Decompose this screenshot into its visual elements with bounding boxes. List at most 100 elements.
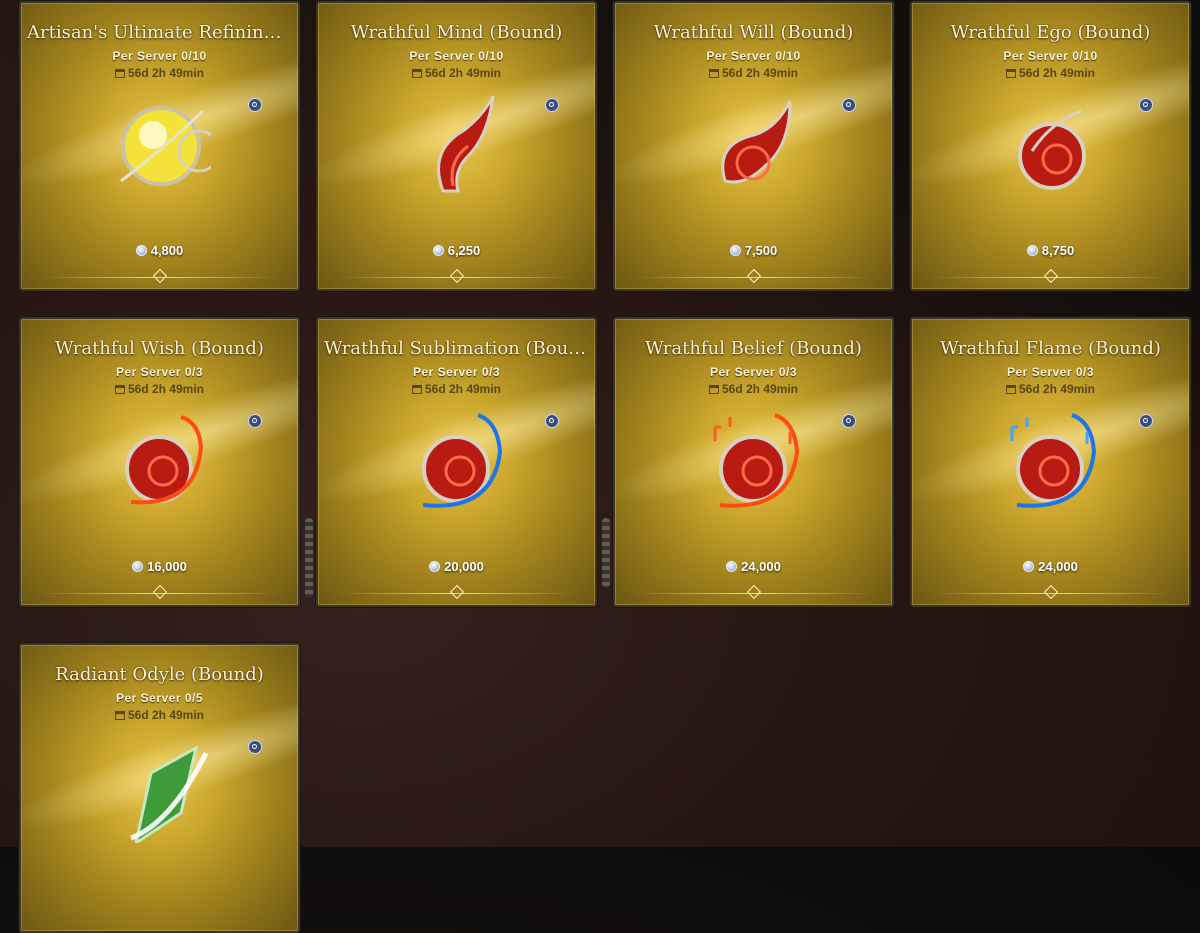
shop-item-card[interactable]: Wrathful Ego (Bound) Per Server 0/10 56d… <box>910 1 1191 291</box>
timer-text: 56d 2h 49min <box>127 708 205 722</box>
time-remaining: 56d 2h 49min <box>21 66 298 80</box>
divider-ornament <box>449 268 465 284</box>
shop-item-card[interactable]: Wrathful Belief (Bound) Per Server 0/3 5… <box>613 317 894 607</box>
time-remaining: 56d 2h 49min <box>615 66 892 80</box>
shop-item-card[interactable]: Radiant Odyle (Bound) Per Server 0/5 56d… <box>19 643 300 933</box>
price-value: 8,750 <box>1041 243 1075 258</box>
shop-item-card[interactable]: Wrathful Flame (Bound) Per Server 0/3 56… <box>910 317 1191 607</box>
item-price: 16,000 <box>21 559 298 574</box>
item-price: 24,000 <box>615 559 892 574</box>
shop-item-card[interactable]: Wrathful Mind (Bound) Per Server 0/10 56… <box>316 1 597 291</box>
magnify-icon[interactable] <box>1139 414 1153 428</box>
divider-ornament <box>746 268 762 284</box>
blue-crystal-currency-icon <box>429 561 441 572</box>
red-flame-ring-blue-runes-icon <box>1010 413 1097 508</box>
timer-text: 56d 2h 49min <box>721 382 799 396</box>
shop-item-grid: Artisan's Ultimate Refining Sto... Per S… <box>0 0 1200 933</box>
timer-text: 56d 2h 49min <box>424 382 502 396</box>
magnify-icon[interactable] <box>545 414 559 428</box>
divider-ornament <box>152 584 168 600</box>
calendar-icon <box>114 69 125 78</box>
calendar-icon <box>114 385 125 394</box>
red-flame-ring-blue-icon <box>422 413 503 508</box>
item-price: 8,750 <box>912 243 1189 258</box>
magnify-icon[interactable] <box>545 98 559 112</box>
calendar-icon <box>1005 385 1016 394</box>
price-value: 16,000 <box>147 559 187 574</box>
magnify-icon[interactable] <box>1139 98 1153 112</box>
divider-ornament <box>152 268 168 284</box>
blue-crystal-currency-icon <box>432 245 444 256</box>
price-value: 4,800 <box>150 243 184 258</box>
time-remaining: 56d 2h 49min <box>21 382 298 396</box>
item-price: 24,000 <box>912 559 1189 574</box>
purchase-limit: Per Server 0/5 <box>115 691 204 705</box>
purchase-limit: Per Server 0/10 <box>706 49 801 63</box>
item-price: 20,000 <box>318 559 595 574</box>
price-value: 24,000 <box>741 559 781 574</box>
magnify-icon[interactable] <box>248 414 262 428</box>
divider-ornament <box>1043 268 1059 284</box>
blue-crystal-currency-icon <box>135 245 147 256</box>
shop-item-card[interactable]: Wrathful Wish (Bound) Per Server 0/3 56d… <box>19 317 300 607</box>
time-remaining: 56d 2h 49min <box>912 66 1189 80</box>
price-value: 6,250 <box>447 243 481 258</box>
blue-crystal-currency-icon <box>729 245 741 256</box>
calendar-icon <box>114 711 125 720</box>
magnify-icon[interactable] <box>842 98 856 112</box>
item-title: Wrathful Mind (Bound) <box>350 22 563 43</box>
red-flame-orb-icon <box>1018 109 1086 190</box>
item-title: Radiant Odyle (Bound) <box>55 664 264 685</box>
shop-item-card[interactable]: Wrathful Sublimation (Bound) Per Server … <box>316 317 597 607</box>
red-flame-swirl-icon <box>721 100 792 184</box>
blue-crystal-currency-icon <box>132 561 144 572</box>
time-remaining: 56d 2h 49min <box>318 382 595 396</box>
item-title: Wrathful Wish (Bound) <box>55 338 264 359</box>
yellow-orb-stone-icon <box>120 106 211 186</box>
blue-crystal-currency-icon <box>1026 245 1038 256</box>
timer-text: 56d 2h 49min <box>424 66 502 80</box>
shop-item-card[interactable]: Wrathful Will (Bound) Per Server 0/10 56… <box>613 1 894 291</box>
price-value: 24,000 <box>1038 559 1078 574</box>
calendar-icon <box>411 69 422 78</box>
green-crystal-feather-icon <box>130 745 209 843</box>
divider-ornament <box>449 584 465 600</box>
time-remaining: 56d 2h 49min <box>21 708 298 722</box>
blue-crystal-currency-icon <box>726 561 738 572</box>
item-title: Wrathful Belief (Bound) <box>645 338 862 359</box>
calendar-icon <box>411 385 422 394</box>
time-remaining: 56d 2h 49min <box>318 66 595 80</box>
red-flame-feather-icon <box>437 95 495 193</box>
item-title: Artisan's Ultimate Refining Sto... <box>27 22 292 43</box>
magnify-icon[interactable] <box>842 414 856 428</box>
item-price: 7,500 <box>615 243 892 258</box>
shop-item-card[interactable]: Artisan's Ultimate Refining Sto... Per S… <box>19 1 300 291</box>
item-title: Wrathful Flame (Bound) <box>940 338 1161 359</box>
purchase-limit: Per Server 0/10 <box>112 49 207 63</box>
purchase-limit: Per Server 0/3 <box>412 365 501 379</box>
item-price: 6,250 <box>318 243 595 258</box>
price-value: 7,500 <box>744 243 778 258</box>
timer-text: 56d 2h 49min <box>127 66 205 80</box>
divider-ornament <box>1043 584 1059 600</box>
calendar-icon <box>1005 69 1016 78</box>
calendar-icon <box>708 69 719 78</box>
magnify-icon[interactable] <box>248 740 262 754</box>
item-title: Wrathful Will (Bound) <box>653 22 854 43</box>
timer-text: 56d 2h 49min <box>1018 382 1096 396</box>
time-remaining: 56d 2h 49min <box>615 382 892 396</box>
timer-text: 56d 2h 49min <box>127 382 205 396</box>
item-title: Wrathful Ego (Bound) <box>950 22 1151 43</box>
timer-text: 56d 2h 49min <box>721 66 799 80</box>
item-price: 4,800 <box>21 243 298 258</box>
magnify-icon[interactable] <box>248 98 262 112</box>
price-value: 20,000 <box>444 559 484 574</box>
item-title: Wrathful Sublimation (Bound) <box>324 338 589 359</box>
purchase-limit: Per Server 0/3 <box>1006 365 1095 379</box>
purchase-limit: Per Server 0/10 <box>409 49 504 63</box>
blue-crystal-currency-icon <box>1023 561 1035 572</box>
purchase-limit: Per Server 0/3 <box>709 365 798 379</box>
time-remaining: 56d 2h 49min <box>912 382 1189 396</box>
timer-text: 56d 2h 49min <box>1018 66 1096 80</box>
purchase-limit: Per Server 0/3 <box>115 365 204 379</box>
